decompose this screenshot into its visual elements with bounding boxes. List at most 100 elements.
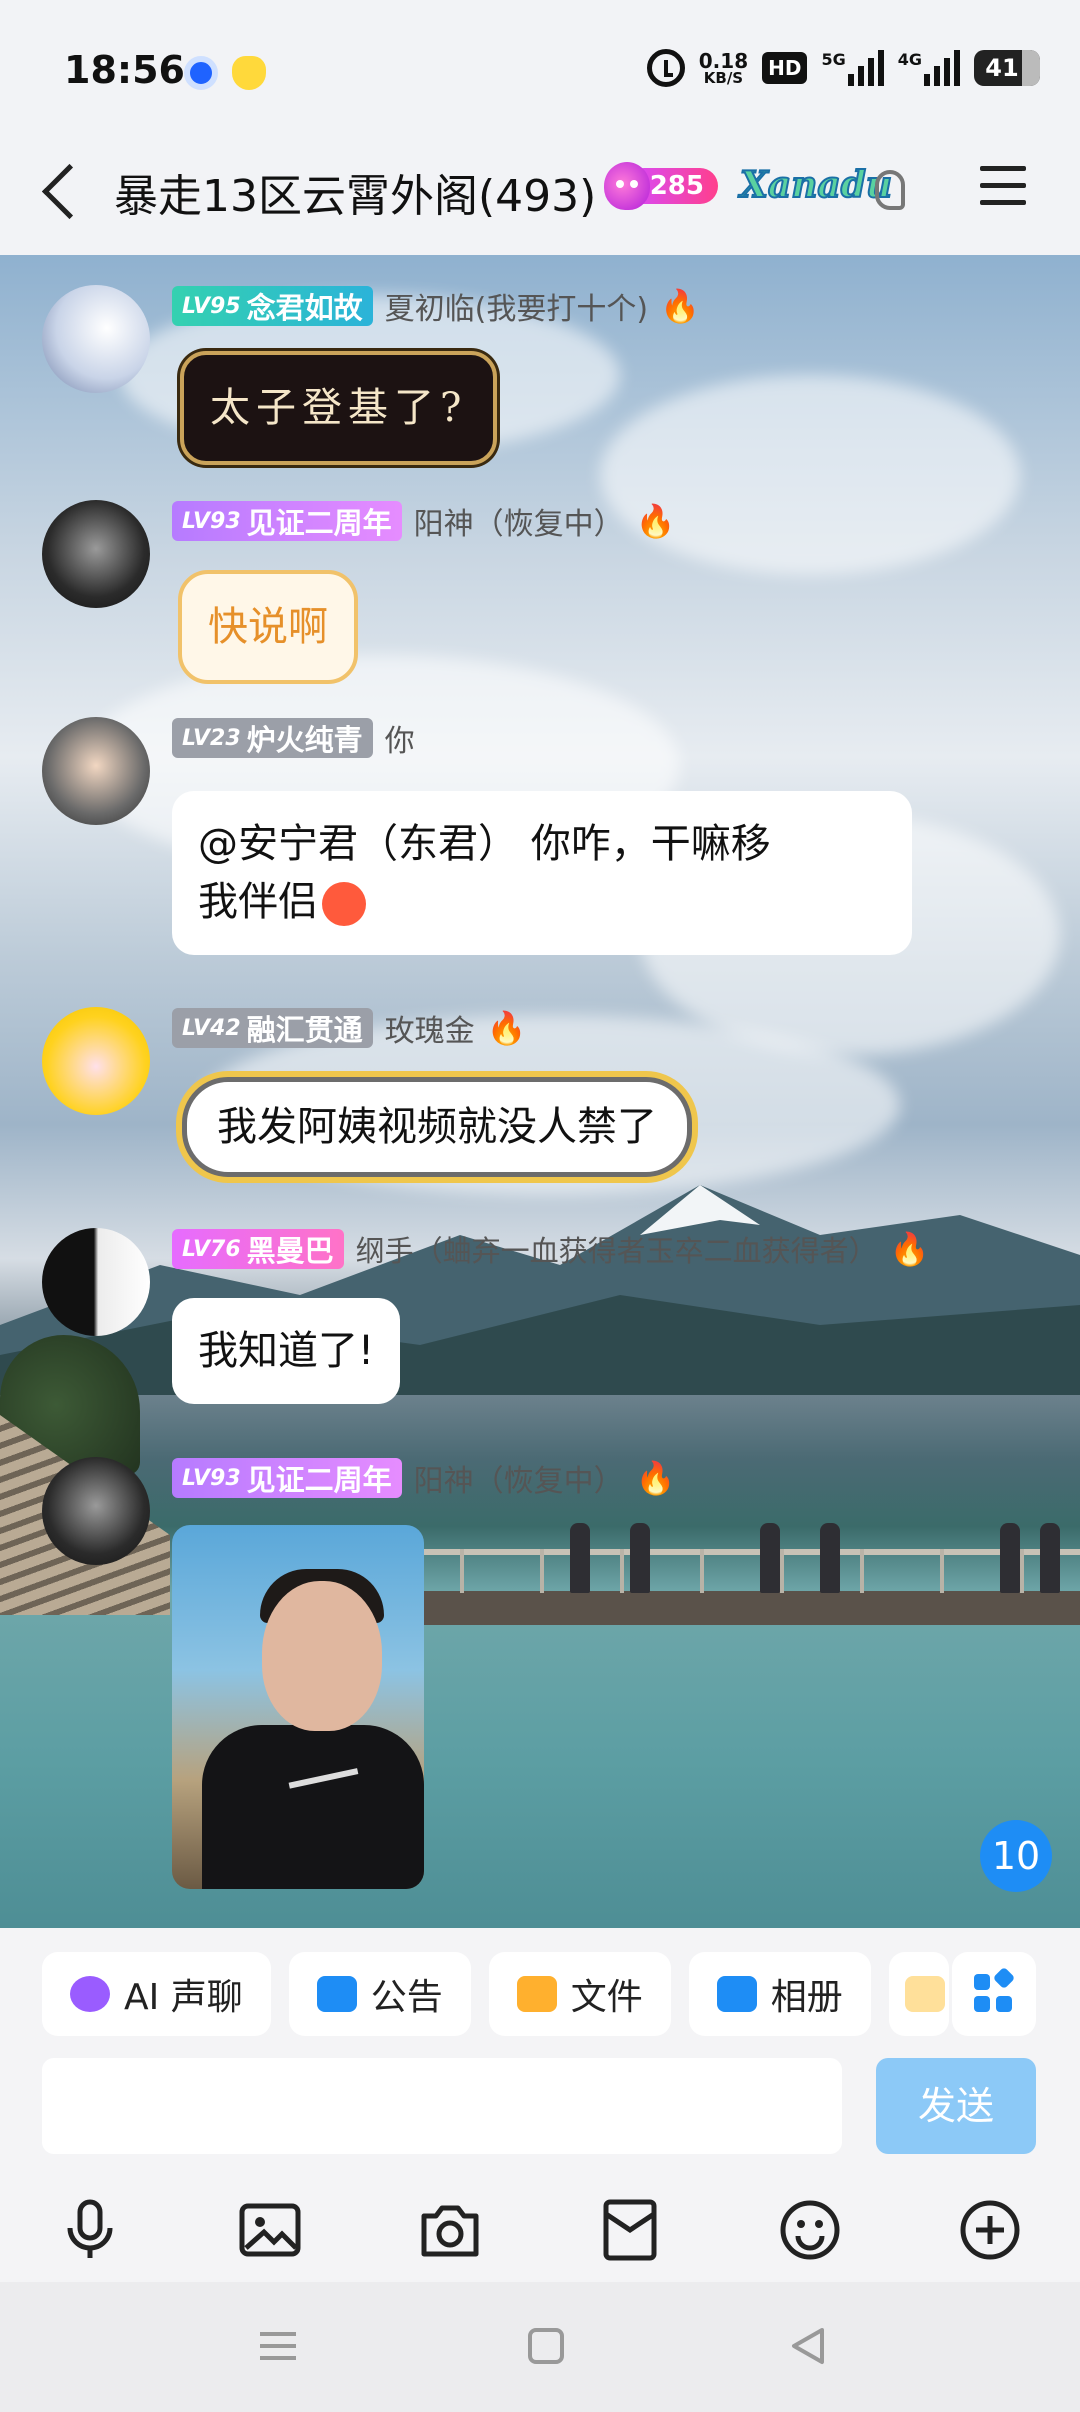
quick-action-label: 公告 bbox=[370, 1977, 443, 2018]
level-title: 见证二周年 bbox=[246, 1463, 392, 1497]
sender-nickname[interactable]: 你 bbox=[385, 716, 415, 760]
level-badge: LV23 炉火纯青 bbox=[172, 718, 373, 758]
composer-toolbar bbox=[0, 2178, 1080, 2274]
message-input[interactable] bbox=[42, 2058, 842, 2154]
fire-icon: 🔥 bbox=[660, 287, 700, 325]
back-icon[interactable] bbox=[40, 160, 80, 220]
quick-action-partial[interactable] bbox=[888, 1952, 949, 2036]
group-fire-badge[interactable]: 285 bbox=[604, 158, 722, 214]
fire-icon: 🔥 bbox=[635, 502, 676, 540]
unread-count-badge[interactable]: 10 bbox=[980, 1820, 1052, 1892]
status-icons: 0.18 KB/S HD 5G 4G 41 bbox=[646, 46, 1040, 90]
announcement-icon bbox=[316, 1976, 357, 2012]
message-bubble[interactable]: 我知道了! bbox=[172, 1298, 401, 1404]
level-badge: LV93 见证二周年 bbox=[172, 501, 402, 541]
avatar[interactable] bbox=[42, 500, 150, 608]
message-bubble[interactable]: 快说啊 bbox=[178, 570, 358, 684]
quick-action-label: AI 声聊 bbox=[124, 1977, 243, 2018]
home-icon[interactable] bbox=[526, 2326, 566, 2366]
bg-mountains bbox=[0, 1185, 1080, 1395]
quick-action-files[interactable]: 文件 bbox=[488, 1952, 671, 2036]
hd-icon: HD bbox=[762, 52, 808, 84]
signal-5g: 5G bbox=[821, 50, 884, 86]
album-icon bbox=[716, 1976, 757, 2012]
level-label: LV93 bbox=[182, 1465, 241, 1491]
message-bubble[interactable]: @安宁君（东君） 你咋，干嘛移 我伴侣 bbox=[172, 791, 912, 955]
net-speed-value: 0.18 bbox=[698, 48, 749, 73]
level-badge: LV76 黑曼巴 bbox=[172, 1229, 344, 1269]
message-bubble[interactable]: 太子登基了? bbox=[180, 351, 498, 465]
quick-actions: AI 声聊 公告 文件 相册 bbox=[42, 1952, 949, 2036]
battery-icon: 41 bbox=[974, 50, 1040, 86]
plus-icon[interactable] bbox=[958, 2198, 1022, 2262]
image-icon[interactable] bbox=[238, 2198, 302, 2262]
app-notification-icon bbox=[184, 56, 218, 90]
sender-nickname[interactable]: 夏初临(我要打十个) bbox=[385, 284, 648, 328]
level-label: LV95 bbox=[182, 293, 241, 319]
signal-4g: 4G bbox=[898, 50, 960, 86]
level-title: 见证二周年 bbox=[246, 506, 392, 540]
send-button[interactable]: 发送 bbox=[876, 2058, 1036, 2154]
battery-level: 41 bbox=[985, 54, 1019, 82]
avatar[interactable] bbox=[42, 1457, 150, 1565]
level-title: 念君如故 bbox=[246, 291, 363, 325]
signal-5g-icon bbox=[847, 50, 884, 86]
microphone-icon[interactable] bbox=[58, 2198, 122, 2262]
level-label: LV23 bbox=[182, 725, 241, 751]
quick-action-label: 文件 bbox=[570, 1977, 643, 2018]
bg-cloud bbox=[600, 375, 1020, 575]
level-title: 融汇贯通 bbox=[246, 1013, 363, 1047]
status-time: 18:56 bbox=[64, 48, 185, 92]
avatar[interactable] bbox=[42, 285, 150, 393]
level-badge: LV93 见证二周年 bbox=[172, 1458, 402, 1498]
message-bubble[interactable]: 我发阿姨视频就没人禁了 bbox=[182, 1077, 692, 1177]
fire-icon: 🔥 bbox=[635, 1459, 676, 1497]
signal-4g-label: 4G bbox=[897, 50, 922, 69]
avatar[interactable] bbox=[42, 717, 150, 825]
back-nav-icon[interactable] bbox=[788, 2326, 828, 2366]
sender-nickname[interactable]: 阳神（恢复中） bbox=[414, 1456, 624, 1500]
folder-icon bbox=[904, 1976, 945, 2012]
quick-action-ai-voice[interactable]: AI 声聊 bbox=[42, 1952, 271, 2036]
group-title[interactable]: 暴走13区云霄外阁(493) bbox=[114, 160, 596, 224]
status-bar: 18:56 0.18 KB/S HD 5G 4G 41 bbox=[0, 0, 1080, 140]
red-packet-icon[interactable] bbox=[598, 2198, 662, 2262]
message-meta: LV42 融汇贯通 玫瑰金 🔥 bbox=[172, 1007, 527, 1049]
level-title: 炉火纯青 bbox=[246, 723, 363, 757]
message-meta: LV23 炉火纯青 你 bbox=[172, 717, 415, 759]
camera-icon[interactable] bbox=[418, 2198, 482, 2262]
message-meta: LV95 念君如故 夏初临(我要打十个) 🔥 bbox=[172, 285, 700, 327]
level-badge: LV42 融汇贯通 bbox=[172, 1008, 373, 1048]
ai-voice-icon bbox=[70, 1976, 110, 2012]
fire-icon: 🔥 bbox=[486, 1009, 527, 1047]
fire-icon: 🔥 bbox=[889, 1230, 930, 1268]
recent-apps-icon[interactable] bbox=[258, 2326, 298, 2366]
alarm-icon bbox=[646, 49, 685, 87]
ear-icon[interactable] bbox=[875, 170, 905, 210]
avatar[interactable] bbox=[42, 1228, 150, 1336]
message-text-tail: 我伴侣 bbox=[198, 879, 318, 925]
xanadu-badge[interactable]: Xanadu bbox=[739, 163, 893, 207]
net-speed-unit: KB/S bbox=[703, 68, 744, 87]
signal-4g-icon bbox=[924, 50, 960, 86]
quick-action-announcement[interactable]: 公告 bbox=[288, 1952, 471, 2036]
message-image[interactable] bbox=[172, 1525, 424, 1889]
emoji-icon[interactable] bbox=[778, 2198, 842, 2262]
folder-icon bbox=[516, 1976, 557, 2012]
signal-5g-label: 5G bbox=[821, 50, 846, 69]
quick-action-album[interactable]: 相册 bbox=[688, 1952, 871, 2036]
message-meta: LV76 黑曼巴 纲手（蛐弃一血获得者玉卒二血获得者） 🔥 bbox=[172, 1228, 930, 1270]
sender-nickname[interactable]: 玫瑰金 bbox=[385, 1006, 475, 1050]
level-badge: LV95 念君如故 bbox=[172, 286, 373, 326]
more-apps-button[interactable] bbox=[952, 1952, 1036, 2036]
level-title: 黑曼巴 bbox=[246, 1234, 334, 1268]
avatar[interactable] bbox=[42, 1007, 150, 1115]
chat-area[interactable]: LV95 念君如故 夏初临(我要打十个) 🔥 太子登基了? LV93 见证二周年 阳… bbox=[0, 255, 1080, 1928]
menu-icon[interactable] bbox=[980, 166, 1026, 206]
message-meta: LV93 见证二周年 阳神（恢复中） 🔥 bbox=[172, 1457, 676, 1499]
message-text-line: @安宁君（东君） 你咋，干嘛移 bbox=[198, 821, 771, 867]
sender-nickname[interactable]: 阳神（恢复中） bbox=[414, 499, 624, 543]
bg-pier bbox=[420, 1515, 1080, 1655]
angry-emoji-icon bbox=[322, 882, 366, 926]
sender-nickname[interactable]: 纲手（蛐弃一血获得者玉卒二血获得者） bbox=[356, 1228, 878, 1270]
